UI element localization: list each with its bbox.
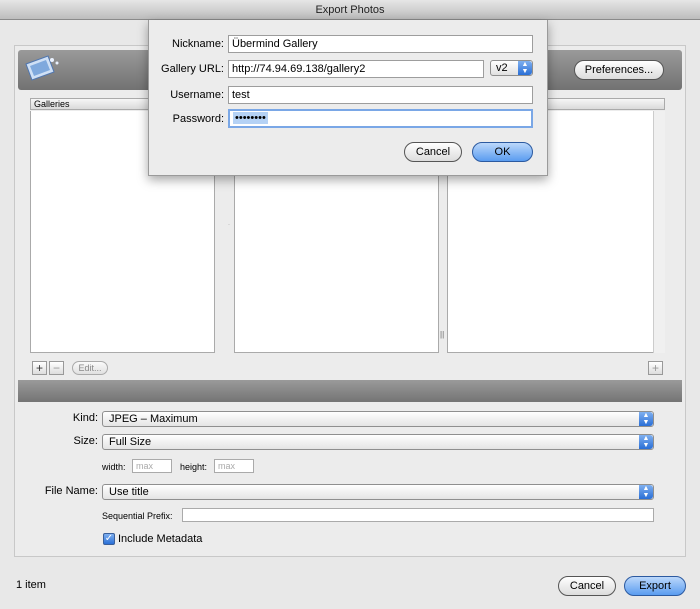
- include-metadata-checkbox[interactable]: ✓: [103, 533, 115, 545]
- kind-label: Kind:: [72, 412, 98, 424]
- height-field[interactable]: max: [214, 459, 254, 473]
- password-field[interactable]: ••••••••: [228, 109, 533, 128]
- size-popup[interactable]: Full Size ▲ ▼: [102, 434, 654, 450]
- popup-arrows-icon: ▲ ▼: [639, 435, 653, 449]
- height-label: height:: [180, 462, 208, 472]
- nickname-label: Nickname:: [172, 38, 224, 50]
- edit-gallery-button[interactable]: Edit...: [72, 361, 108, 375]
- export-button[interactable]: Export: [624, 576, 686, 596]
- gallery-url-label: Gallery URL:: [161, 63, 224, 75]
- cancel-export-button[interactable]: Cancel: [558, 576, 616, 596]
- size-value: Full Size: [109, 436, 152, 448]
- gallery-logo-icon: [22, 54, 64, 84]
- add-gallery-button[interactable]: +: [32, 361, 47, 375]
- file-name-value: Use title: [109, 486, 149, 498]
- sheet-cancel-button[interactable]: Cancel: [404, 142, 462, 162]
- kind-value: JPEG – Maximum: [109, 413, 198, 425]
- gallery-url-field[interactable]: http://74.94.69.138/gallery2: [228, 60, 484, 78]
- item-count: 1 item: [16, 579, 46, 591]
- popup-arrows-icon: ▲ ▼: [518, 61, 532, 75]
- sheet-ok-button[interactable]: OK: [472, 142, 533, 162]
- gallery-version-popup[interactable]: v2 ▲ ▼: [490, 60, 533, 76]
- remove-gallery-button[interactable]: −: [49, 361, 64, 375]
- window-title: Export Photos: [0, 0, 700, 20]
- splitter-handle[interactable]: ·: [228, 222, 232, 228]
- width-label: width:: [102, 462, 126, 472]
- include-metadata-label: Include Metadata: [118, 533, 203, 545]
- sequential-prefix-label: Sequential Prefix:: [102, 511, 173, 521]
- password-value: ••••••••: [233, 112, 268, 124]
- resize-handle-icon[interactable]: ||: [440, 330, 446, 340]
- add-album-button[interactable]: +: [648, 361, 663, 375]
- popup-arrows-icon: ▲ ▼: [639, 412, 653, 426]
- kind-popup[interactable]: JPEG – Maximum ▲ ▼: [102, 411, 654, 427]
- plugin-footer-bar: [18, 380, 682, 402]
- password-label: Password:: [172, 113, 224, 125]
- file-name-label: File Name:: [44, 485, 98, 497]
- username-field[interactable]: test: [228, 86, 533, 104]
- sequential-prefix-field[interactable]: [182, 508, 654, 522]
- nickname-field[interactable]: Übermind Gallery: [228, 35, 533, 53]
- size-label: Size:: [73, 435, 98, 447]
- details-scrollbar[interactable]: [653, 111, 665, 353]
- width-field[interactable]: max: [132, 459, 172, 473]
- gallery-version-value: v2: [496, 62, 508, 74]
- file-name-popup[interactable]: Use title ▲ ▼: [102, 484, 654, 500]
- popup-arrows-icon: ▲ ▼: [639, 485, 653, 499]
- username-label: Username:: [170, 89, 224, 101]
- preferences-button[interactable]: Preferences...: [574, 60, 664, 80]
